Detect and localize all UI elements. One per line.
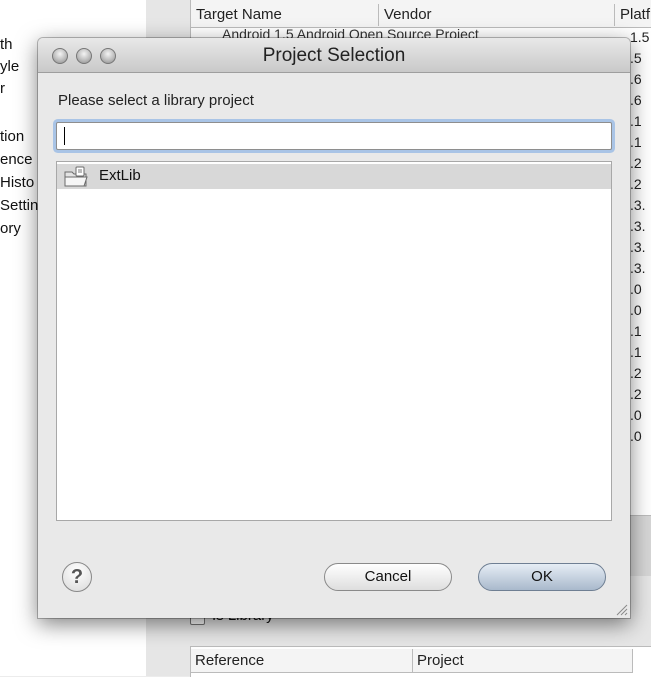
column-header-vendor[interactable]: Vendor [379, 4, 615, 26]
platform-version-cell: .6 [630, 71, 642, 87]
platform-version-cell: .1 [630, 113, 642, 129]
column-header-target-name[interactable]: Target Name [191, 4, 379, 26]
resize-grip-icon[interactable] [614, 602, 628, 616]
dialog-prompt: Please select a library project [58, 92, 254, 109]
table-scroll-area [630, 515, 651, 576]
platform-version-cell: .3. [630, 260, 646, 276]
bg-left-item: ory [0, 220, 21, 237]
bg-left-item: r [0, 80, 5, 97]
platform-version-cell: .3. [630, 239, 646, 255]
platform-version-cell: .3. [630, 197, 646, 213]
help-button[interactable]: ? [62, 562, 92, 592]
platform-version-cell: .1 [630, 344, 642, 360]
bg-left-item: ence [0, 151, 33, 168]
column-header-project[interactable]: Project [413, 649, 633, 673]
project-list[interactable]: ExtLib [56, 161, 612, 521]
platform-version-cell: .6 [630, 92, 642, 108]
project-selection-dialog: Project Selection Please select a librar… [38, 38, 630, 618]
platform-version-cell: .0 [630, 302, 642, 318]
platform-version-cell: .5 [630, 50, 642, 66]
platform-version-cell: .0 [630, 281, 642, 297]
reference-table: Reference Project [190, 646, 651, 677]
platform-version-cell: .0 [630, 428, 642, 444]
platform-version-cell: .1 [630, 134, 642, 150]
bg-left-item: th [0, 36, 13, 53]
bg-left-item: Settin [0, 197, 39, 214]
list-item-extlib[interactable]: ExtLib [57, 164, 611, 189]
bg-left-item: yle [0, 58, 20, 75]
dialog-title: Project Selection [262, 45, 406, 66]
cancel-button[interactable]: Cancel [324, 563, 452, 591]
platform-version-cell: 1.5 [630, 29, 650, 45]
platform-version-cell: .2 [630, 365, 642, 381]
list-item-label: ExtLib [99, 167, 141, 184]
text-cursor [64, 127, 65, 145]
filter-input[interactable] [56, 122, 612, 150]
column-header-reference[interactable]: Reference [191, 649, 413, 673]
platform-version-cell: .1 [630, 323, 642, 339]
dialog-titlebar[interactable]: Project Selection [38, 38, 630, 73]
library-project-icon [64, 166, 88, 187]
column-header-platform[interactable]: Platf [615, 4, 651, 26]
platform-version-cell: .2 [630, 176, 642, 192]
bg-left-item: Histo [0, 174, 35, 191]
platform-version-cell: .2 [630, 386, 642, 402]
platform-version-cell: .0 [630, 407, 642, 423]
platform-version-cell: .2 [630, 155, 642, 171]
ok-button[interactable]: OK [478, 563, 606, 591]
platform-version-cell: .3. [630, 218, 646, 234]
bg-left-item: tion [0, 128, 25, 145]
